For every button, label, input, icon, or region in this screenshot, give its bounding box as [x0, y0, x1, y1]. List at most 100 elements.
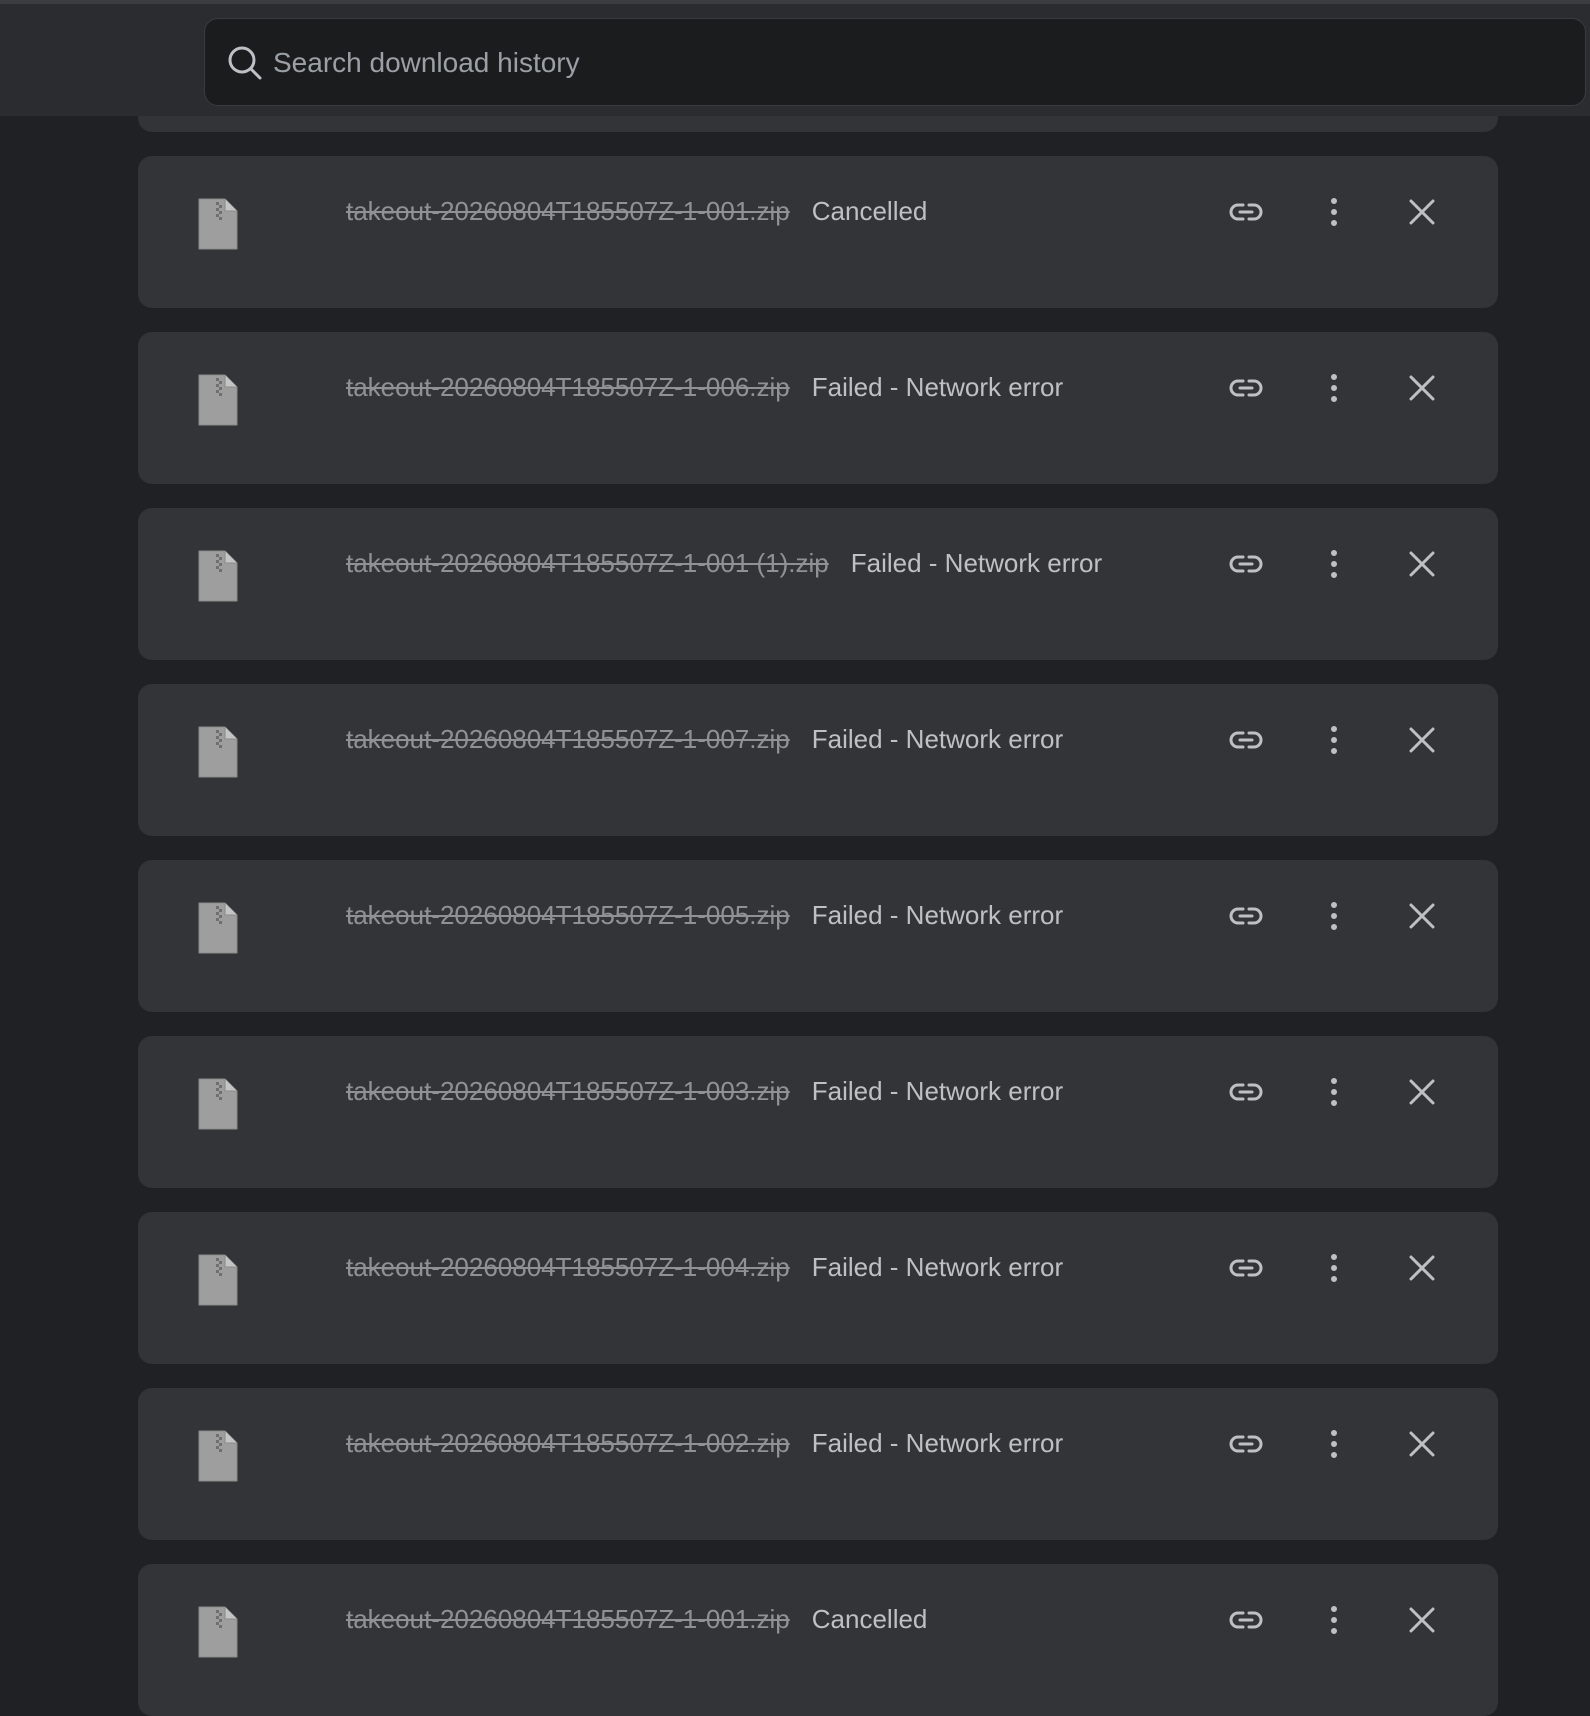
copy-link-button[interactable] — [1222, 1596, 1270, 1644]
search-icon — [225, 43, 265, 83]
close-icon — [1409, 1431, 1435, 1457]
remove-button[interactable] — [1398, 1068, 1446, 1116]
close-icon — [1409, 903, 1435, 929]
close-icon — [1409, 551, 1435, 577]
download-filename: takeout-20260804T185507Z-1-001.zip — [346, 196, 790, 226]
download-status: Cancelled — [811, 196, 928, 226]
download-status: Failed - Network error — [811, 372, 1064, 402]
close-icon — [1409, 727, 1435, 753]
more-actions-button[interactable] — [1310, 1068, 1358, 1116]
download-name-line: takeout-20260804T185507Z-1-007.zip Failed… — [346, 722, 1063, 756]
zip-file-icon — [196, 1252, 240, 1308]
link-icon — [1228, 904, 1264, 928]
more-vert-icon — [1329, 1077, 1339, 1107]
zip-file-icon — [196, 548, 240, 604]
more-actions-button[interactable] — [1310, 364, 1358, 412]
download-name-line: takeout-20260804T185507Z-1-004.zip Failed… — [346, 1250, 1063, 1284]
remove-button[interactable] — [1398, 1420, 1446, 1468]
download-filename: takeout-20260804T185507Z-1-007.zip — [346, 724, 790, 754]
download-filename: takeout-20260804T185507Z-1-001 (1).zip — [346, 548, 829, 578]
download-name-line: takeout-20260804T185507Z-1-005.zip Failed… — [346, 898, 1063, 932]
more-actions-button[interactable] — [1310, 540, 1358, 588]
download-item: takeout-20260804T185507Z-1-006.zip Failed… — [138, 332, 1498, 484]
link-icon — [1228, 1080, 1264, 1104]
more-vert-icon — [1329, 373, 1339, 403]
more-vert-icon — [1329, 901, 1339, 931]
close-icon — [1409, 1079, 1435, 1105]
download-name-line: takeout-20260804T185507Z-1-001 (1).zip Fa… — [346, 546, 1102, 580]
download-item: takeout-20260804T185507Z-1-007.zip Failed… — [138, 684, 1498, 836]
zip-file-icon — [196, 900, 240, 956]
more-actions-button[interactable] — [1310, 1596, 1358, 1644]
link-icon — [1228, 376, 1264, 400]
more-vert-icon — [1329, 197, 1339, 227]
zip-file-icon — [196, 196, 240, 252]
more-actions-button[interactable] — [1310, 892, 1358, 940]
more-actions-button[interactable] — [1310, 1420, 1358, 1468]
download-filename: takeout-20260804T185507Z-1-005.zip — [346, 900, 790, 930]
download-item: takeout-20260804T185507Z-1-001.zip Cancel… — [138, 1564, 1498, 1716]
download-name-line: takeout-20260804T185507Z-1-001.zip Cancel… — [346, 1602, 927, 1636]
copy-link-button[interactable] — [1222, 1244, 1270, 1292]
download-status: Failed - Network error — [811, 724, 1064, 754]
download-status: Failed - Network error — [811, 1076, 1064, 1106]
download-status: Failed - Network error — [850, 548, 1103, 578]
remove-button[interactable] — [1398, 540, 1446, 588]
remove-button[interactable] — [1398, 1244, 1446, 1292]
download-filename: takeout-20260804T185507Z-1-003.zip — [346, 1076, 790, 1106]
search-input[interactable] — [271, 19, 1565, 107]
close-icon — [1409, 199, 1435, 225]
remove-button[interactable] — [1398, 716, 1446, 764]
download-filename: takeout-20260804T185507Z-1-004.zip — [346, 1252, 790, 1282]
more-vert-icon — [1329, 1429, 1339, 1459]
downloads-list: takeout-20260804T185507Z-1-001.zip Cancel… — [0, 0, 1590, 1716]
search-box[interactable] — [204, 18, 1586, 107]
close-icon — [1409, 1607, 1435, 1633]
copy-link-button[interactable] — [1222, 364, 1270, 412]
zip-file-icon — [196, 1428, 240, 1484]
zip-file-icon — [196, 1604, 240, 1660]
close-icon — [1409, 1255, 1435, 1281]
download-item: takeout-20260804T185507Z-1-005.zip Failed… — [138, 860, 1498, 1012]
download-name-line: takeout-20260804T185507Z-1-001.zip Cancel… — [346, 194, 927, 228]
more-actions-button[interactable] — [1310, 716, 1358, 764]
copy-link-button[interactable] — [1222, 188, 1270, 236]
download-status: Failed - Network error — [811, 900, 1064, 930]
zip-file-icon — [196, 372, 240, 428]
more-actions-button[interactable] — [1310, 1244, 1358, 1292]
link-icon — [1228, 728, 1264, 752]
download-name-line: takeout-20260804T185507Z-1-002.zip Failed… — [346, 1426, 1063, 1460]
toolbar — [0, 0, 1590, 116]
remove-button[interactable] — [1398, 1596, 1446, 1644]
download-status: Cancelled — [811, 1604, 928, 1634]
more-vert-icon — [1329, 549, 1339, 579]
remove-button[interactable] — [1398, 188, 1446, 236]
download-item: takeout-20260804T185507Z-1-004.zip Failed… — [138, 1212, 1498, 1364]
more-actions-button[interactable] — [1310, 188, 1358, 236]
copy-link-button[interactable] — [1222, 1068, 1270, 1116]
download-item: takeout-20260804T185507Z-1-001.zip Cancel… — [138, 156, 1498, 308]
download-item: takeout-20260804T185507Z-1-001 (1).zip Fa… — [138, 508, 1498, 660]
download-status: Failed - Network error — [811, 1428, 1064, 1458]
copy-link-button[interactable] — [1222, 892, 1270, 940]
zip-file-icon — [196, 724, 240, 780]
link-icon — [1228, 200, 1264, 224]
link-icon — [1228, 1256, 1264, 1280]
close-icon — [1409, 375, 1435, 401]
download-item: takeout-20260804T185507Z-1-002.zip Failed… — [138, 1388, 1498, 1540]
copy-link-button[interactable] — [1222, 716, 1270, 764]
zip-file-icon — [196, 1076, 240, 1132]
download-status: Failed - Network error — [811, 1252, 1064, 1282]
download-name-line: takeout-20260804T185507Z-1-003.zip Failed… — [346, 1074, 1063, 1108]
more-vert-icon — [1329, 1605, 1339, 1635]
download-filename: takeout-20260804T185507Z-1-006.zip — [346, 372, 790, 402]
copy-link-button[interactable] — [1222, 1420, 1270, 1468]
remove-button[interactable] — [1398, 892, 1446, 940]
download-filename: takeout-20260804T185507Z-1-001.zip — [346, 1604, 790, 1634]
link-icon — [1228, 552, 1264, 576]
remove-button[interactable] — [1398, 364, 1446, 412]
copy-link-button[interactable] — [1222, 540, 1270, 588]
link-icon — [1228, 1432, 1264, 1456]
download-filename: takeout-20260804T185507Z-1-002.zip — [346, 1428, 790, 1458]
more-vert-icon — [1329, 1253, 1339, 1283]
